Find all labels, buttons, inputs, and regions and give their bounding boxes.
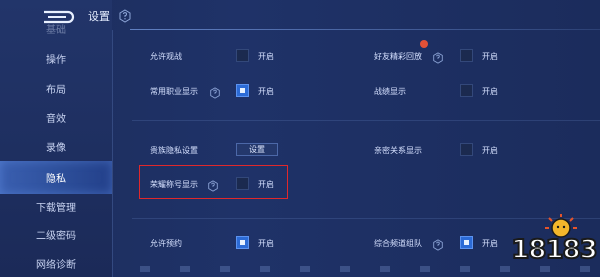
friend-highlights-checkbox[interactable] [460,49,473,62]
allow-spectate-checkbox[interactable] [236,49,249,62]
common-role-label: 常用职业显示 [150,87,198,96]
sidebar-item-label: 下载管理 [36,202,76,214]
noble-privacy-label: 贵族隐私设置 [150,146,198,155]
friend-highlights-toggle-text: 开启 [482,52,498,61]
sidebar-item-second-password[interactable]: 二级密码 [0,219,112,249]
allow-reservation-label: 允许预约 [150,239,182,248]
intimate-display-checkbox[interactable] [460,143,473,156]
intimate-display-label: 亲密关系显示 [374,146,422,155]
sidebar-divider [112,30,113,277]
sidebar-item-sound[interactable]: 音效 [0,102,112,132]
highlight-box [139,165,288,199]
sidebar-item-label: 二级密码 [36,230,76,242]
channel-team-label: 综合频道组队 [374,239,422,248]
sidebar-item-layout[interactable]: 布局 [0,73,112,103]
sidebar-item-controls[interactable]: 操作 [0,43,112,73]
channel-team-toggle-text: 开启 [482,239,498,248]
allow-spectate-toggle-text: 开启 [258,52,274,61]
friend-highlights-label: 好友精彩回放 [374,52,422,61]
sidebar-item-label: 操作 [46,54,66,66]
common-role-checkbox[interactable] [236,84,249,97]
sidebar-item-label: 网络诊断 [36,259,76,271]
watermark-text: 18183 [510,234,598,266]
common-role-toggle-text: 开启 [258,87,274,96]
sidebar: 基础 操作 布局 音效 录像 隐私 下载管理 二级密码 网络诊断 [0,0,112,277]
battle-display-toggle-text: 开启 [482,87,498,96]
header-divider [130,29,600,30]
sidebar-item-label: 隐私 [46,174,66,185]
info-icon[interactable] [118,8,132,23]
allow-reservation-toggle-text: 开启 [258,239,274,248]
page-title: 设置 [88,10,110,23]
sidebar-item-label: 布局 [46,84,66,96]
settings-screen: 基础 操作 布局 音效 录像 隐私 下载管理 二级密码 网络诊断 设置 允许观战… [0,0,600,277]
watermark-logo: 18183 [510,213,599,275]
sidebar-item-downloads[interactable]: 下载管理 [0,191,112,221]
allow-reservation-checkbox[interactable] [236,236,249,249]
sidebar-item-replay[interactable]: 录像 [0,131,112,161]
new-badge [420,40,428,48]
sidebar-item-label: 基础 [46,24,66,36]
sidebar-item-label: 录像 [46,142,66,154]
sidebar-item-network[interactable]: 网络诊断 [0,248,112,277]
noble-privacy-settings-button[interactable]: 设置 [236,143,278,156]
allow-spectate-label: 允许观战 [150,52,182,61]
section-divider [132,120,600,121]
sidebar-item-privacy[interactable]: 隐私 [0,161,112,194]
info-icon[interactable] [432,49,444,64]
info-icon[interactable] [432,236,444,251]
channel-team-checkbox[interactable] [460,236,473,249]
battle-display-label: 战绩显示 [374,87,406,96]
battle-display-checkbox[interactable] [460,84,473,97]
intimate-display-toggle-text: 开启 [482,146,498,155]
sidebar-item-label: 音效 [46,113,66,125]
info-icon[interactable] [209,84,221,99]
